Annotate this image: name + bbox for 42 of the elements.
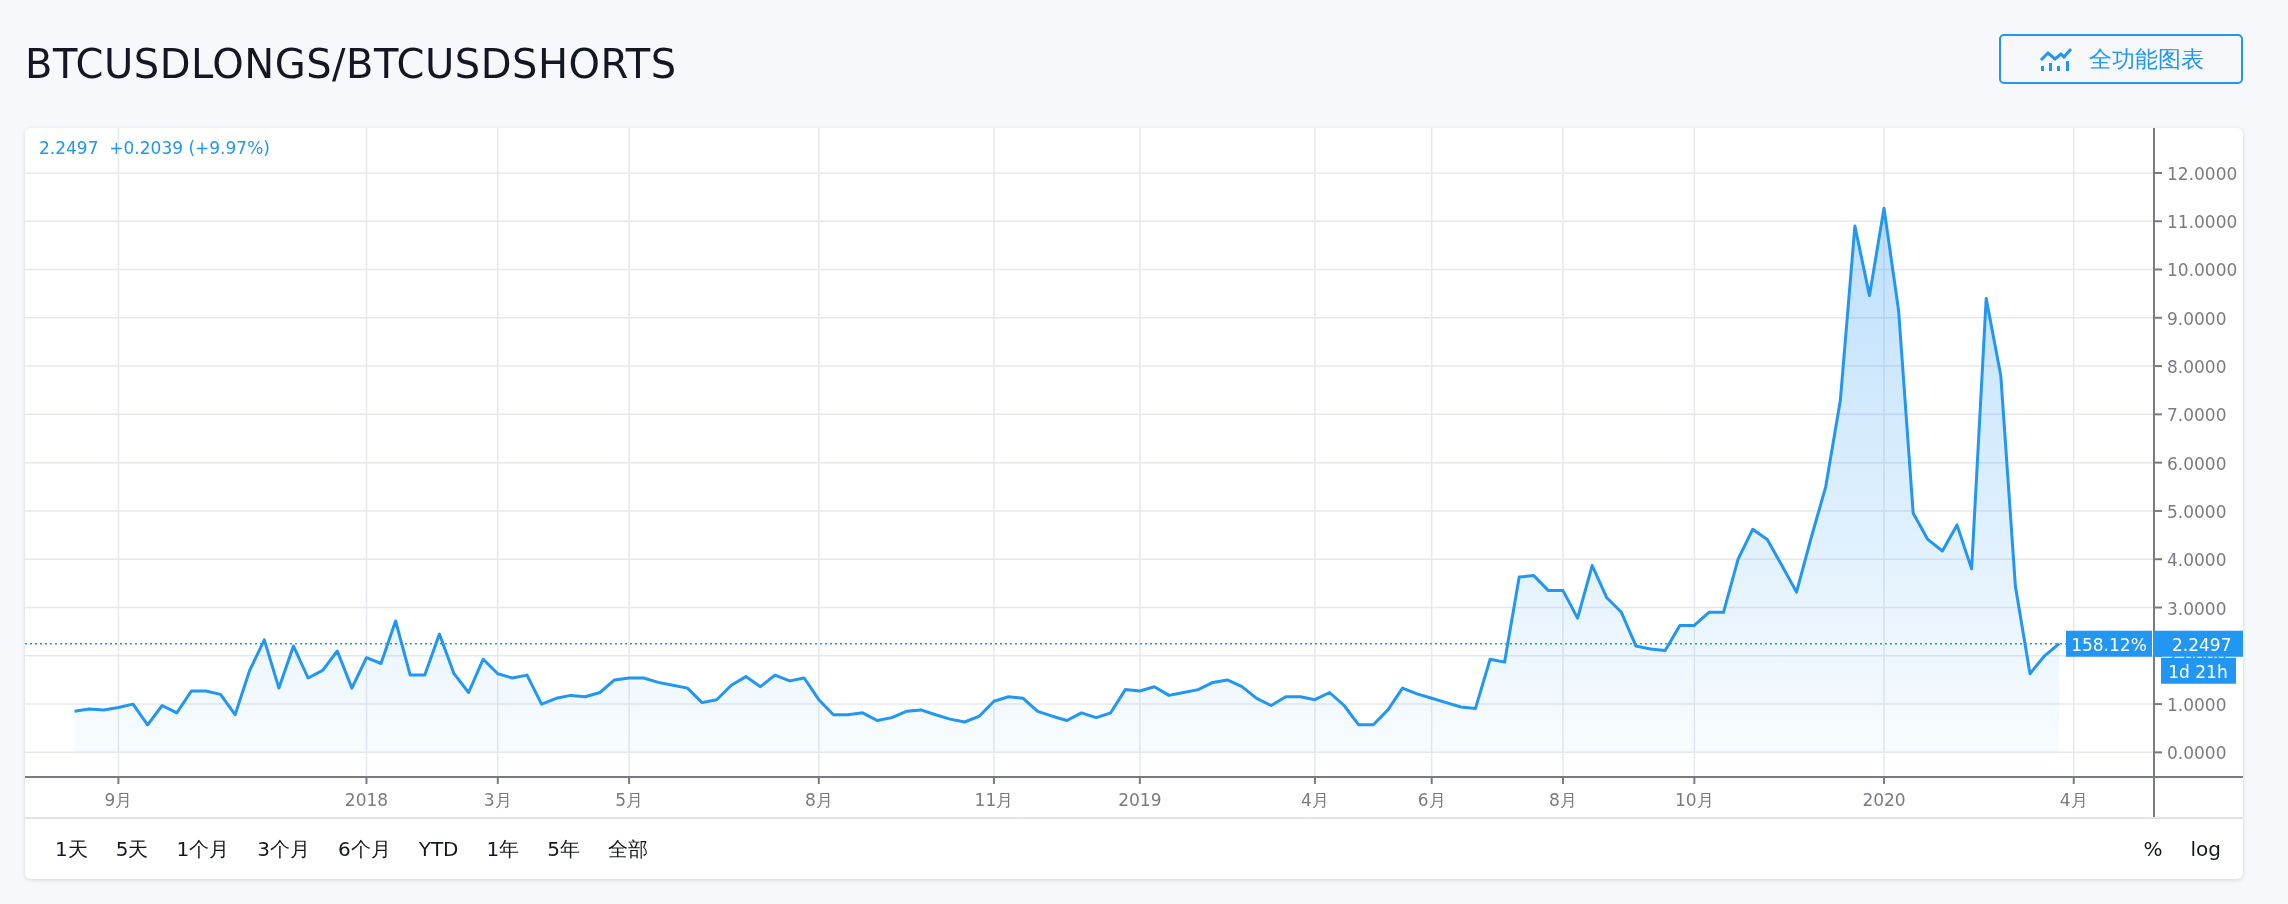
symbol-title: BTCUSDLONGS/BTCUSDSHORTS: [25, 41, 677, 87]
scale-button[interactable]: %: [2131, 833, 2175, 865]
range-button[interactable]: 3个月: [245, 831, 322, 867]
y-axis-label: 3.0000: [2167, 598, 2227, 619]
percent-change-label: 158.12%: [2066, 630, 2152, 657]
range-button[interactable]: 1个月: [164, 831, 242, 867]
y-axis-label: 12.0000: [2167, 163, 2238, 184]
x-axis-label: 8月: [1549, 790, 1577, 810]
y-axis-label: 4.0000: [2167, 550, 2227, 571]
price-legend: 2.2497 +0.2039 (+9.97%): [39, 138, 270, 158]
y-axis-label: 7.0000: [2167, 405, 2227, 426]
range-button[interactable]: 1年: [474, 831, 532, 867]
y-axis-label: 1.0000: [2167, 695, 2227, 716]
x-axis-label: 4月: [2059, 790, 2088, 810]
y-axis-label: 0.0000: [2167, 743, 2227, 764]
ref-line-label: 2.2497: [2172, 634, 2232, 655]
x-axis-label: 8月: [804, 790, 833, 810]
range-button[interactable]: YTD: [406, 831, 471, 867]
y-axis-label: 8.0000: [2167, 357, 2227, 378]
range-button[interactable]: 1天: [43, 831, 100, 867]
x-axis-label: 2020: [1862, 790, 1906, 810]
x-axis-label: 9月: [104, 790, 133, 810]
chart-icon: [2038, 46, 2073, 72]
scale-button[interactable]: log: [2178, 833, 2233, 865]
x-axis-label: 11月: [974, 790, 1014, 810]
x-axis-label: 5月: [615, 790, 644, 810]
x-axis-label: 2019: [1118, 790, 1162, 810]
x-axis-label: 6月: [1417, 790, 1446, 810]
y-axis-label: 10.0000: [2167, 260, 2238, 281]
y-axis-label: 6.0000: [2167, 453, 2227, 474]
range-button[interactable]: 5天: [103, 831, 161, 867]
range-button[interactable]: 6个月: [325, 831, 403, 867]
y-axis-label: 5.0000: [2167, 501, 2227, 522]
range-button[interactable]: 全部: [596, 831, 660, 867]
y-axis-label: 9.0000: [2167, 308, 2227, 329]
y-axis-label: 11.0000: [2167, 212, 2238, 233]
x-axis-label: 2018: [344, 790, 389, 810]
range-button[interactable]: 5年: [535, 831, 592, 867]
last-price-label: 2.2497: [2154, 630, 2243, 657]
x-axis-label: 3月: [483, 790, 512, 810]
x-axis-label: 4月: [1301, 790, 1329, 810]
x-axis-label: 10月: [1675, 790, 1714, 810]
